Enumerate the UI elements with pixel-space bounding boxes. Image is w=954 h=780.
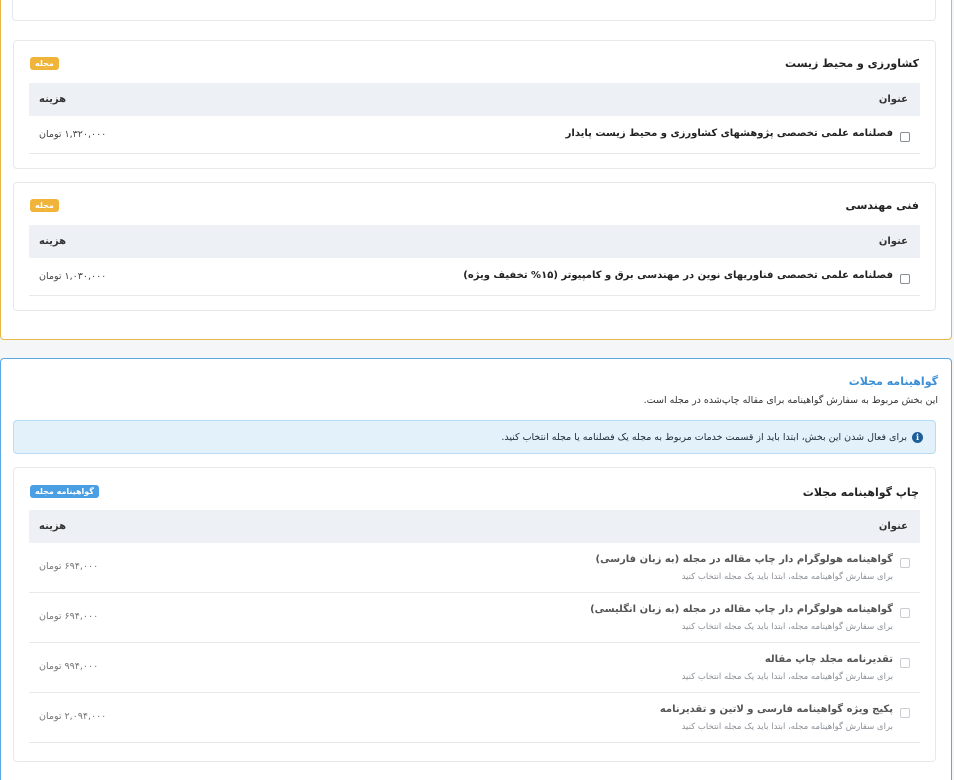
card-header: کشاورزی و محیط زیست مجله <box>14 41 935 83</box>
column-cost-header: هزینه <box>39 521 67 532</box>
table-row: گواهینامه هولوگرام دار چاپ مقاله در مجله… <box>29 543 920 593</box>
card-header: فنی مهندسی مجله <box>14 183 935 225</box>
certificate-title: گواهینامه هولوگرام دار چاپ مقاله در مجله… <box>595 554 893 565</box>
certificate-checkbox[interactable] <box>900 558 910 568</box>
journal-checkbox[interactable] <box>900 132 910 142</box>
journal-group-card: فنی مهندسی مجله عنوان هزینه فصلنامه علمی… <box>13 182 936 311</box>
journal-badge: مجله <box>30 57 59 70</box>
column-cost-header: هزینه <box>39 236 67 247</box>
table-row[interactable]: فصلنامه علمی تخصصی فناوریهای نوین در مهن… <box>29 258 920 296</box>
journal-title: فصلنامه علمی تخصصی فناوریهای نوین در مهن… <box>463 270 893 281</box>
column-title-header: عنوان <box>878 236 908 247</box>
journal-badge: مجله <box>30 199 59 212</box>
card-header: چاپ گواهینامه مجلات گواهینامه مجله <box>14 468 935 510</box>
certificate-cost: ۶۹۴,۰۰۰ تومان <box>39 611 99 622</box>
alert-text: برای فعال شدن این بخش، ابتدا باید از قسم… <box>501 432 907 443</box>
group-title: کشاورزی و محیط زیست <box>785 57 919 70</box>
journal-checkbox[interactable] <box>900 274 910 284</box>
certificate-checkbox[interactable] <box>900 658 910 668</box>
section-description: این بخش مربوط به سفارش گواهینامه برای مق… <box>643 395 938 406</box>
certificate-note: برای سفارش گواهینامه مجله، ابتدا باید یک… <box>681 722 893 732</box>
table-row: پکیج ویژه گواهینامه فارسی و لاتین و تقدی… <box>29 693 920 743</box>
column-cost-header: هزینه <box>39 94 67 105</box>
certificate-note: برای سفارش گواهینامه مجله، ابتدا باید یک… <box>681 672 893 682</box>
table-row[interactable]: فصلنامه علمی تخصصی پژوهشهای کشاورزی و مح… <box>29 116 920 154</box>
certificate-cost: ۶۹۴,۰۰۰ تومان <box>39 561 99 572</box>
certificate-badge: گواهینامه مجله <box>30 485 99 498</box>
column-title-header: عنوان <box>878 94 908 105</box>
previous-journal-card <box>12 0 936 21</box>
journal-group-card: کشاورزی و محیط زیست مجله عنوان هزینه فصل… <box>13 40 936 169</box>
journal-cost: ۱,۰۳۰,۰۰۰ تومان <box>39 271 107 282</box>
section-title: گواهینامه مجلات <box>848 375 938 388</box>
journal-title: فصلنامه علمی تخصصی پژوهشهای کشاورزی و مح… <box>565 128 893 139</box>
certificate-title: پکیج ویژه گواهینامه فارسی و لاتین و تقدی… <box>659 704 893 715</box>
table-row: گواهینامه هولوگرام دار چاپ مقاله در مجله… <box>29 593 920 643</box>
certificate-title: تقدیرنامه مجلد چاپ مقاله <box>764 654 893 665</box>
certificate-title: گواهینامه هولوگرام دار چاپ مقاله در مجله… <box>590 604 893 615</box>
info-alert: i برای فعال شدن این بخش، ابتدا باید از ق… <box>13 420 936 454</box>
certificate-cost: ۲,۰۹۴,۰۰۰ تومان <box>39 711 107 722</box>
table-row: تقدیرنامه مجلد چاپ مقاله برای سفارش گواه… <box>29 643 920 693</box>
certificate-cost: ۹۹۴,۰۰۰ تومان <box>39 661 99 672</box>
card-title: چاپ گواهینامه مجلات <box>802 486 919 499</box>
table-header: عنوان هزینه <box>29 83 920 116</box>
certificate-card: چاپ گواهینامه مجلات گواهینامه مجله عنوان… <box>13 467 936 762</box>
table-header: عنوان هزینه <box>29 510 920 543</box>
certificate-checkbox[interactable] <box>900 608 910 618</box>
column-title-header: عنوان <box>878 521 908 532</box>
certificate-note: برای سفارش گواهینامه مجله، ابتدا باید یک… <box>681 622 893 632</box>
journal-cost: ۱,۳۲۰,۰۰۰ تومان <box>39 129 107 140</box>
table-header: عنوان هزینه <box>29 225 920 258</box>
certificate-checkbox[interactable] <box>900 708 910 718</box>
certificate-note: برای سفارش گواهینامه مجله، ابتدا باید یک… <box>681 572 893 582</box>
group-title: فنی مهندسی <box>845 199 919 212</box>
info-circle-icon: i <box>912 432 923 443</box>
